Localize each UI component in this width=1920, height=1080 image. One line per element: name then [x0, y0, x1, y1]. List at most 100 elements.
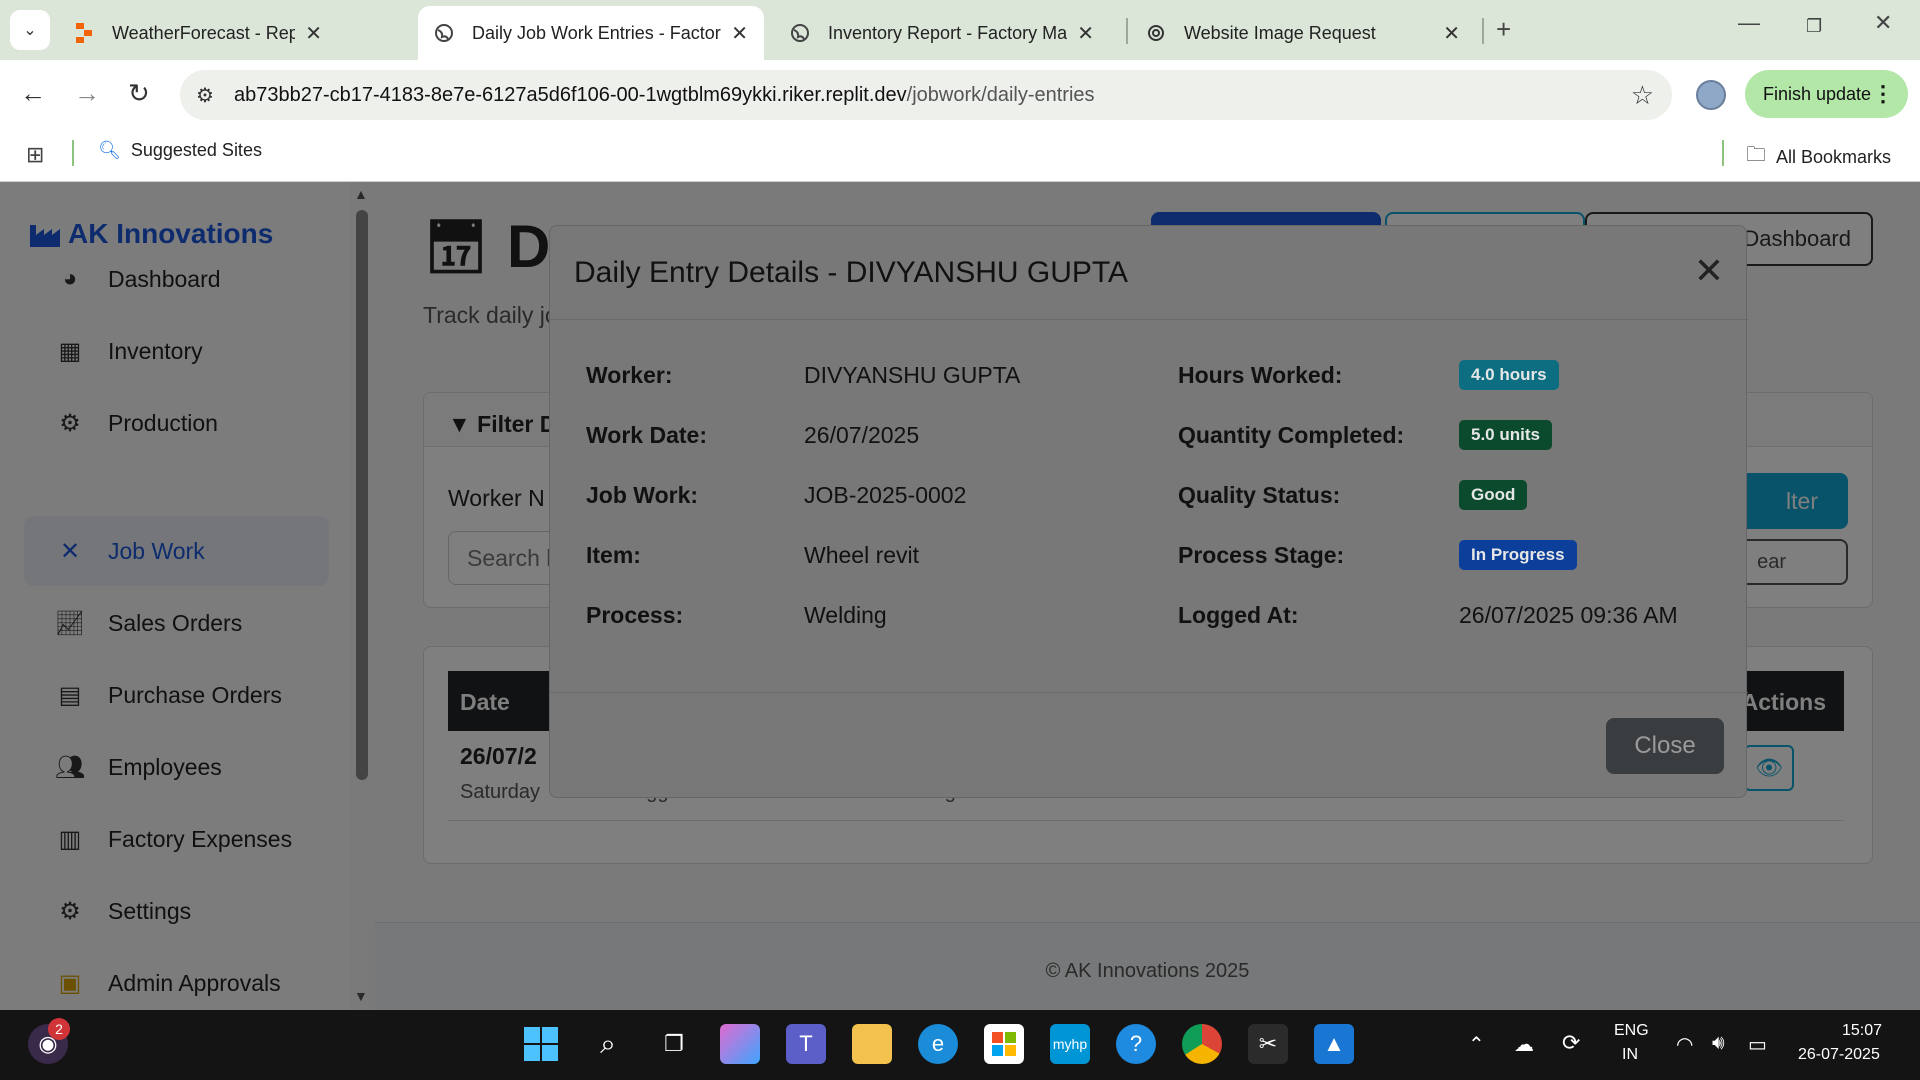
- work-date-label: Work Date:: [586, 422, 707, 448]
- tab-search-button[interactable]: ⌄: [10, 10, 50, 50]
- window-close-button[interactable]: ✕: [1874, 10, 1892, 36]
- url-text: ab73bb27-cb17-4183-8e7e-6127a5d6f106-00-…: [234, 84, 1095, 107]
- onedrive-icon[interactable]: ☁: [1514, 1032, 1534, 1057]
- bookmarks-bar: ⊞ 🔍︎ Suggested Sites 🗀 All Bookmarks: [0, 128, 1920, 182]
- tab-title: WeatherForecast - Replit: [112, 22, 296, 43]
- quality-status-badge: Good: [1459, 480, 1528, 510]
- tab-separator: [1126, 18, 1128, 44]
- search-icon[interactable]: ⌕: [588, 1024, 628, 1064]
- taskbar: ◉ 2 ⌕ ❐ T e myhp ? ✂ ▲ ⌃ ☁ ⟳ ENG IN ◠ 🔊︎…: [0, 1010, 1920, 1080]
- new-tab-button[interactable]: +: [1496, 14, 1511, 45]
- item-value: Wheel revit: [804, 542, 920, 568]
- region-code[interactable]: IN: [1622, 1046, 1638, 1064]
- quantity-completed-badge: 5.0 units: [1459, 420, 1552, 450]
- suggested-sites-label: Suggested Sites: [130, 140, 262, 160]
- globe-icon: [434, 23, 454, 43]
- suggested-sites-link[interactable]: 🔍︎ Suggested Sites: [98, 140, 262, 161]
- process-value: Welding: [804, 602, 887, 628]
- tab-title: Daily Job Work Entries - Factory: [472, 22, 722, 43]
- hours-worked-badge: 4.0 hours: [1459, 360, 1559, 390]
- language-code[interactable]: ENG: [1614, 1022, 1649, 1040]
- modal-footer-divider: [550, 692, 1748, 693]
- tab-strip: ⌄ WeatherForecast - Replit ✕ Daily Job W…: [0, 0, 1920, 60]
- copilot-icon[interactable]: [720, 1024, 760, 1064]
- forward-icon[interactable]: →: [74, 78, 100, 109]
- search-icon: 🔍︎: [98, 140, 121, 160]
- url-host: ab73bb27-cb17-4183-8e7e-6127a5d6f106-00-…: [234, 83, 907, 106]
- tab-title: Website Image Request: [1184, 22, 1376, 43]
- windows-start-icon[interactable]: [521, 1024, 561, 1064]
- battery-icon[interactable]: ▭: [1748, 1032, 1767, 1057]
- back-icon[interactable]: ←: [20, 78, 46, 109]
- worker-label: Worker:: [586, 362, 673, 388]
- job-work-value: JOB-2025-0002: [804, 482, 967, 508]
- clock-time[interactable]: 15:07: [1842, 1022, 1882, 1040]
- all-bookmarks-label: All Bookmarks: [1776, 146, 1892, 167]
- tab-daily-job-work[interactable]: Daily Job Work Entries - Factory ✕: [418, 6, 764, 60]
- tab-separator: [1482, 18, 1484, 44]
- worker-value: DIVYANSHU GUPTA: [804, 362, 1021, 388]
- photos-icon[interactable]: ▲: [1314, 1024, 1354, 1064]
- clock-date[interactable]: 26-07-2025: [1798, 1046, 1880, 1064]
- edge-icon[interactable]: e: [918, 1024, 958, 1064]
- tab-website-image-request[interactable]: Website Image Request ✕: [1130, 6, 1476, 60]
- process-label: Process:: [586, 602, 684, 628]
- finish-update-button[interactable]: Finish update ⋮: [1745, 70, 1908, 118]
- myhp-icon[interactable]: myhp: [1050, 1024, 1090, 1064]
- close-icon[interactable]: ✕: [1694, 250, 1724, 292]
- close-icon[interactable]: ✕: [1077, 21, 1094, 46]
- finish-update-label: Finish update: [1763, 83, 1872, 104]
- url-path: /jobwork/daily-entries: [906, 83, 1095, 106]
- bookmark-separator: [72, 140, 74, 166]
- tab-weatherforecast[interactable]: WeatherForecast - Replit ✕: [58, 6, 338, 60]
- apps-grid-icon[interactable]: ⊞: [26, 142, 44, 168]
- restore-button[interactable]: ❐: [1806, 16, 1822, 37]
- quantity-completed-label: Quantity Completed:: [1178, 422, 1405, 448]
- store-icon[interactable]: [984, 1024, 1024, 1064]
- minimize-button[interactable]: —: [1738, 10, 1760, 36]
- work-date-value: 26/07/2025: [804, 422, 920, 448]
- close-icon[interactable]: ✕: [1443, 21, 1460, 46]
- file-explorer-icon[interactable]: [852, 1024, 892, 1064]
- job-work-label: Job Work:: [586, 482, 699, 508]
- chrome-icon[interactable]: [1182, 1024, 1222, 1064]
- close-icon[interactable]: ✕: [731, 21, 748, 46]
- modal-title: Daily Entry Details - DIVYANSHU GUPTA: [574, 256, 1128, 289]
- teams-icon[interactable]: T: [786, 1024, 826, 1064]
- volume-icon[interactable]: 🔊︎: [1712, 1032, 1725, 1055]
- star-icon[interactable]: ☆: [1631, 80, 1654, 111]
- profile-avatar[interactable]: [1696, 80, 1726, 110]
- all-bookmarks-link[interactable]: 🗀 All Bookmarks: [1746, 140, 1891, 174]
- item-label: Item:: [586, 542, 641, 568]
- daily-entry-modal: Daily Entry Details - DIVYANSHU GUPTA ✕ …: [549, 225, 1748, 798]
- hours-worked-label: Hours Worked:: [1178, 362, 1343, 388]
- task-view-icon[interactable]: ❐: [654, 1024, 694, 1064]
- chevron-up-icon[interactable]: ⌃: [1468, 1032, 1485, 1057]
- sync-icon[interactable]: ⟳: [1562, 1030, 1580, 1056]
- replit-icon: [74, 23, 94, 43]
- tab-inventory-report[interactable]: Inventory Report - Factory Man ✕: [774, 6, 1110, 60]
- notification-badge: 2: [48, 1018, 70, 1040]
- wifi-icon[interactable]: ◠: [1676, 1032, 1693, 1057]
- logged-at-value: 26/07/2025 09:36 AM: [1459, 602, 1678, 628]
- folder-icon: 🗀: [1746, 144, 1766, 166]
- globe-icon: [790, 23, 810, 43]
- tab-title: Inventory Report - Factory Man: [828, 22, 1068, 43]
- site-settings-icon[interactable]: ⚙: [196, 83, 220, 108]
- browser-toolbar: ← → ↻ ⚙ ab73bb27-cb17-4183-8e7e-6127a5d6…: [0, 60, 1920, 128]
- close-icon[interactable]: ✕: [305, 21, 322, 46]
- more-icon[interactable]: ⋮: [1872, 81, 1894, 107]
- chevron-down-icon: ⌄: [23, 22, 37, 39]
- close-button[interactable]: Close: [1606, 718, 1724, 774]
- snipping-tool-icon[interactable]: ✂: [1248, 1024, 1288, 1064]
- bookmark-separator: [1722, 140, 1724, 166]
- logged-at-label: Logged At:: [1178, 602, 1299, 628]
- quality-status-label: Quality Status:: [1178, 482, 1341, 508]
- reload-icon[interactable]: ↻: [128, 78, 150, 109]
- address-bar[interactable]: ⚙ ab73bb27-cb17-4183-8e7e-6127a5d6f106-0…: [180, 70, 1672, 120]
- process-stage-label: Process Stage:: [1178, 542, 1345, 568]
- modal-header: Daily Entry Details - DIVYANSHU GUPTA ✕: [550, 226, 1748, 320]
- openai-icon: [1146, 23, 1166, 43]
- help-icon[interactable]: ?: [1116, 1024, 1156, 1064]
- process-stage-badge: In Progress: [1459, 540, 1577, 570]
